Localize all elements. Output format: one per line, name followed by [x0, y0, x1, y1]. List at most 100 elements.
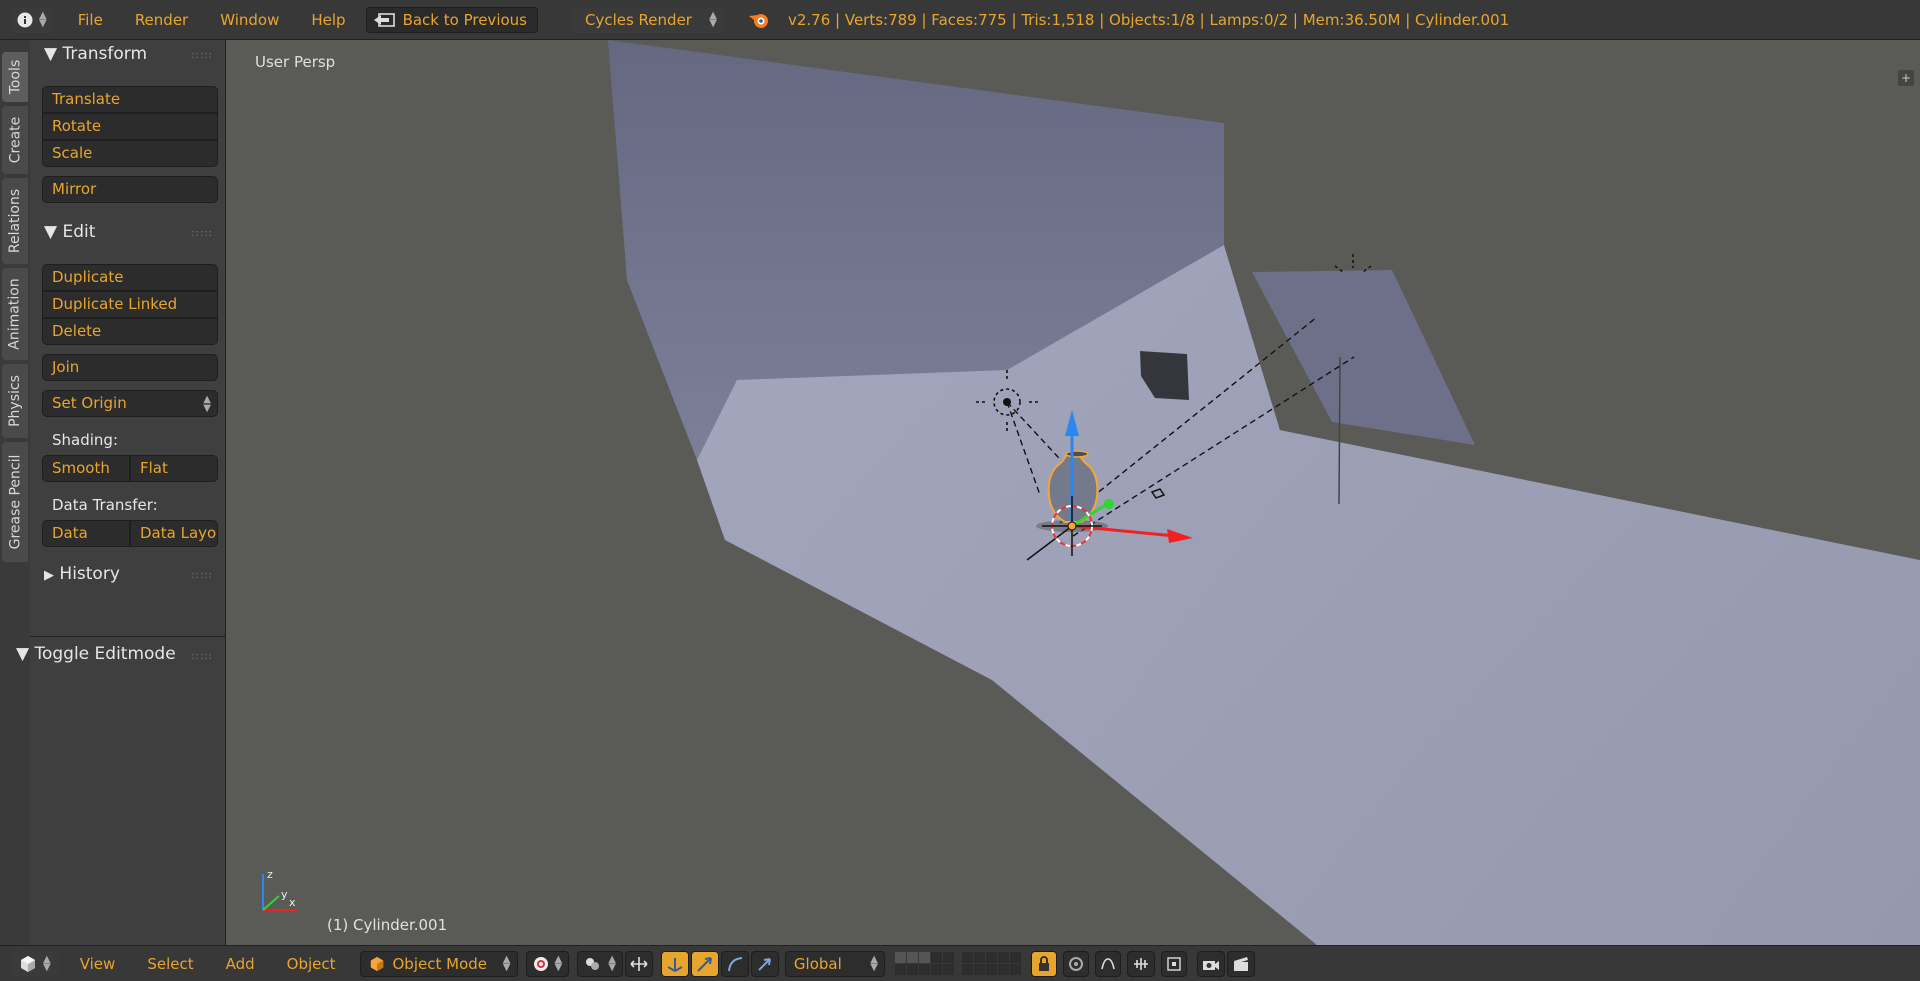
layer-1-button[interactable]	[894, 952, 906, 963]
svg-text:y: y	[281, 888, 288, 901]
layer-3-button[interactable]	[918, 952, 930, 963]
pivot-point-select[interactable]: ▲ ▼	[577, 950, 623, 977]
layer-10-button[interactable]	[1009, 952, 1021, 963]
menu-select[interactable]: Select	[131, 955, 209, 973]
set-origin-select[interactable]: Set Origin ▲ ▼	[42, 390, 218, 417]
back-to-previous-button[interactable]: Back to Previous	[365, 6, 538, 33]
menu-help[interactable]: Help	[295, 0, 361, 40]
menu-view[interactable]: View	[64, 955, 132, 973]
layer-16-button[interactable]	[961, 964, 973, 975]
menu-object[interactable]: Object	[271, 955, 352, 973]
layer-2-button[interactable]	[906, 952, 918, 963]
set-origin-label: Set Origin	[52, 394, 127, 412]
panel-grip-icon[interactable]: :::::	[191, 50, 213, 61]
mode-select[interactable]: Object Mode ▲ ▼	[359, 950, 518, 977]
menu-render[interactable]: Render	[119, 0, 204, 40]
render-opengl-button[interactable]	[1196, 950, 1225, 977]
transform-panel-header[interactable]: ▼ Transform	[44, 44, 147, 64]
snap-element-select[interactable]	[1160, 950, 1187, 977]
layer-17-button[interactable]	[973, 964, 985, 975]
falloff-select[interactable]	[1094, 950, 1121, 977]
translate-arrows-icon	[667, 957, 683, 972]
layer-buttons[interactable]	[894, 952, 954, 975]
data-transfer-button[interactable]: Data	[42, 520, 130, 547]
layer-5-button[interactable]	[942, 952, 954, 963]
layer-4-button[interactable]	[930, 952, 942, 963]
viewport-scene[interactable]: z y x	[227, 40, 1920, 945]
menu-add[interactable]: Add	[210, 955, 271, 973]
rotate-manipulator-button[interactable]	[690, 950, 719, 977]
panel-grip-icon[interactable]: :::::	[191, 570, 213, 581]
menu-file[interactable]: File	[62, 0, 119, 40]
render-engine-select[interactable]: Cycles Render ▲ ▼	[571, 6, 724, 33]
pointer-arrow-icon	[758, 957, 771, 971]
lock-layers-button[interactable]	[1030, 950, 1057, 977]
pivot-icon	[586, 957, 600, 970]
extra-manipulator-button[interactable]	[750, 950, 779, 977]
mode-label: Object Mode	[392, 954, 488, 973]
panel-grip-icon[interactable]: :::::	[191, 651, 213, 662]
clapper-icon	[1233, 956, 1248, 971]
tab-grease-pencil[interactable]: Grease Pencil	[2, 442, 28, 562]
properties-toggle-button[interactable]: +	[1898, 70, 1914, 86]
falloff-icon	[1101, 957, 1115, 969]
history-panel-title: History	[59, 564, 120, 584]
tab-create[interactable]: Create	[2, 106, 28, 174]
layer-20-button[interactable]	[1009, 964, 1021, 975]
info-header: ▲ ▼ File Render Window Help Back to Previ…	[0, 0, 1920, 40]
tab-physics[interactable]: Physics	[2, 364, 28, 438]
editor-type-button[interactable]: ▲ ▼	[12, 950, 58, 977]
scale-manipulator-button[interactable]	[720, 950, 749, 977]
layer-13-button[interactable]	[918, 964, 930, 975]
layer-7-button[interactable]	[973, 952, 985, 963]
delete-button[interactable]: Delete	[42, 318, 218, 345]
data-transfer-label: Data Transfer:	[52, 496, 158, 514]
tab-tools[interactable]: Tools	[2, 52, 28, 102]
smooth-button[interactable]: Smooth	[42, 455, 130, 482]
layer-9-button[interactable]	[997, 952, 1009, 963]
edit-panel-header[interactable]: ▼ Edit	[44, 222, 95, 242]
layer-11-button[interactable]	[894, 964, 906, 975]
layer-19-button[interactable]	[997, 964, 1009, 975]
layer-12-button[interactable]	[906, 964, 918, 975]
cube-icon	[21, 955, 35, 972]
toggle-editmode-panel-header[interactable]: ▼ Toggle Editmode	[16, 644, 176, 664]
mirror-button[interactable]: Mirror	[42, 176, 218, 203]
collapse-triangle-icon: ▼	[44, 222, 58, 242]
duplicate-button[interactable]: Duplicate	[42, 264, 218, 291]
manipulator-toggle[interactable]	[624, 950, 653, 977]
transform-orientation-select[interactable]: Global ▲ ▼	[784, 950, 885, 977]
shading-sphere-icon	[533, 956, 548, 971]
flat-button[interactable]: Flat	[130, 455, 218, 482]
orientation-label: Global	[793, 954, 842, 973]
duplicate-linked-button[interactable]: Duplicate Linked	[42, 291, 218, 318]
snap-toggle[interactable]	[1126, 950, 1155, 977]
panel-divider	[30, 636, 226, 637]
layer-8-button[interactable]	[985, 952, 997, 963]
rotate-button[interactable]: Rotate	[42, 113, 218, 140]
layer-18-button[interactable]	[985, 964, 997, 975]
render-animation-button[interactable]	[1226, 950, 1255, 977]
proportional-edit-button[interactable]	[1062, 950, 1089, 977]
edit-panel-title: Edit	[62, 222, 96, 242]
viewport-shading-select[interactable]: ▲ ▼	[525, 950, 570, 977]
scale-button[interactable]: Scale	[42, 140, 218, 167]
panel-grip-icon[interactable]: :::::	[191, 228, 213, 239]
dropdown-arrows-icon: ▲ ▼	[709, 9, 717, 29]
layer-6-button[interactable]	[961, 952, 973, 963]
join-button[interactable]: Join	[42, 354, 218, 381]
layer-14-button[interactable]	[930, 964, 942, 975]
tab-animation[interactable]: Animation	[2, 268, 28, 360]
camera-render-icon	[1202, 960, 1219, 970]
layer-buttons-2[interactable]	[961, 952, 1021, 975]
data-layout-button[interactable]: Data Layo	[130, 520, 218, 547]
editor-type-button[interactable]: ▲ ▼	[10, 6, 54, 33]
translate-manipulator-button[interactable]	[660, 950, 689, 977]
menu-window[interactable]: Window	[204, 0, 295, 40]
info-icon	[17, 12, 33, 27]
history-panel-header[interactable]: ▶ History	[44, 564, 120, 584]
translate-button[interactable]: Translate	[42, 86, 218, 113]
tab-relations[interactable]: Relations	[2, 178, 28, 264]
3d-viewport[interactable]: z y x User Persp (1) Cylinder.001 +	[227, 40, 1920, 945]
layer-15-button[interactable]	[942, 964, 954, 975]
